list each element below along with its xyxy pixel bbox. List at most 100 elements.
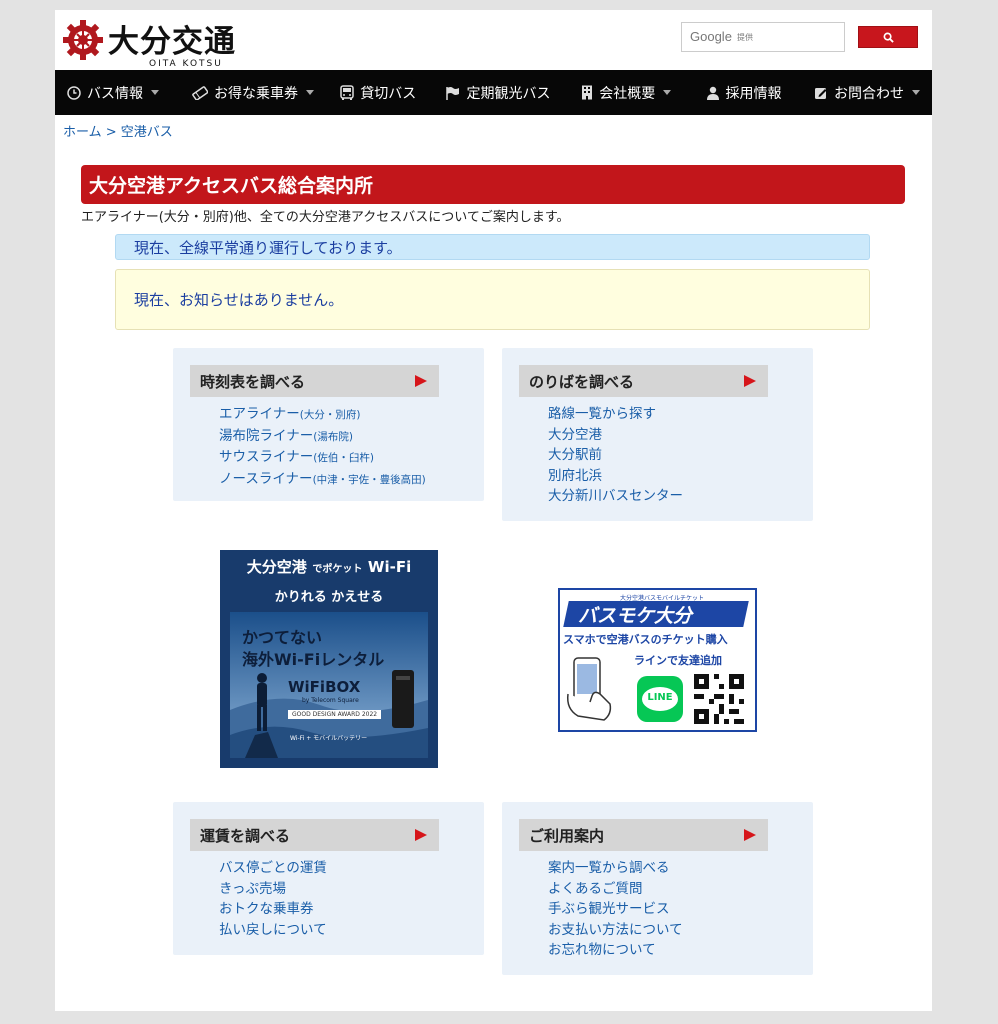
clock-icon — [67, 85, 81, 100]
mobile-ticket-banner[interactable]: 大分空港バスモバイルチケット バスモケ大分 スマホで空港バスのチケット購入 ライ… — [558, 588, 757, 732]
link-sub: (中津・宇佐・豊後高田) — [312, 473, 426, 486]
flag-icon — [446, 86, 460, 100]
fare-box: 運賃を調べる バス停ごとの運賃 きっぷ売場 おトクな乗車券 払い戻しについて — [173, 802, 484, 955]
link-label: サウスライナー — [219, 449, 314, 465]
notice-box: 現在、お知らせはありません。 — [115, 269, 870, 330]
list-item[interactable]: 大分新川バスセンター — [548, 486, 683, 507]
line-logo-text: LINE — [647, 692, 673, 703]
qr-code-icon — [694, 674, 744, 724]
line-logo-icon: LINE — [637, 676, 683, 722]
nav-label: お得な乗車券 — [214, 85, 299, 102]
nav-charter-bus[interactable]: 貸切バス — [328, 70, 433, 115]
ticket-icon — [192, 85, 209, 100]
link-label: 湯布院ライナー — [219, 427, 314, 444]
phone-hand-icon — [566, 657, 612, 721]
link-label: エアライナー — [219, 406, 300, 422]
list-item[interactable]: お忘れ物について — [548, 940, 683, 961]
list-item[interactable]: おトクな乗車券 — [219, 899, 327, 920]
chevron-down-icon — [306, 90, 315, 95]
main-nav: バス情報 お得な乗車券 貸切バス 定期観光バス 会社概要 採用情報 お問合わせ — [55, 70, 932, 115]
provided-label: 提供 — [737, 33, 753, 42]
wifi-headline1: かつてない — [242, 628, 323, 647]
breadcrumb-home[interactable]: ホーム — [63, 125, 102, 140]
breadcrumb: ホーム > 空港バス — [63, 121, 173, 140]
person-icon — [706, 86, 719, 100]
nav-label: 定期観光バス — [466, 85, 551, 102]
operation-status: 現在、全線平常通り運行しております。 — [115, 234, 870, 260]
wifi-line1b: でポケット — [312, 564, 363, 575]
list-item[interactable]: 路線一覧から探す — [548, 404, 683, 425]
timetable-heading[interactable]: 時刻表を調べる — [190, 365, 439, 397]
arrow-right-icon — [744, 375, 756, 387]
nav-label: お問合わせ — [833, 85, 904, 102]
page-subtitle: エアライナー(大分・別府)他、全ての大分空港アクセスバスについてご案内します。 — [81, 210, 570, 225]
wifi-award: GOOD DESIGN AWARD 2022 — [288, 710, 382, 719]
box-title: ご利用案内 — [529, 826, 605, 845]
list-item[interactable]: 別府北浜 — [548, 466, 683, 487]
nav-sightseeing-bus[interactable]: 定期観光バス — [433, 70, 569, 115]
gear-logo-icon — [63, 20, 103, 60]
guide-box: ご利用案内 案内一覧から調べる よくあるご質問 手ぶら観光サービス お支払い方法… — [502, 802, 813, 975]
link-sub: (佐伯・臼杵) — [313, 452, 374, 464]
nav-contact[interactable]: お問合わせ — [802, 70, 932, 115]
arrow-right-icon — [415, 829, 427, 841]
logo-text-en: OITA KOTSU — [149, 59, 223, 69]
list-item[interactable]: バス停ごとの運賃 — [219, 858, 327, 879]
list-item[interactable]: 大分駅前 — [548, 445, 683, 466]
bus-icon — [340, 84, 355, 100]
wifi-line1a: 大分空港 — [246, 558, 307, 576]
arrow-right-icon — [415, 375, 427, 387]
search-button[interactable] — [858, 26, 918, 48]
platform-box: のりばを調べる 路線一覧から探す 大分空港 大分駅前 別府北浜 大分新川バスセン… — [502, 348, 813, 521]
box-title: のりばを調べる — [529, 372, 635, 391]
chevron-down-icon — [151, 90, 159, 95]
nav-bus-info[interactable]: バス情報 — [55, 70, 180, 115]
nav-company[interactable]: 会社概要 — [569, 70, 693, 115]
platform-heading[interactable]: のりばを調べる — [519, 365, 768, 397]
building-icon — [582, 85, 593, 100]
list-item[interactable]: サウスライナー(佐伯・臼杵) — [219, 447, 426, 469]
list-item[interactable]: 案内一覧から調べる — [548, 858, 683, 879]
google-label: Google — [690, 29, 732, 44]
page: 大分交通 OITA KOTSU Google 提供 バス情報 お得な乗車券 貸切… — [55, 10, 932, 1011]
arrow-right-icon — [744, 829, 756, 841]
wifi-brand: WiFiBOX — [288, 678, 361, 696]
wifi-rental-banner[interactable]: 大分空港 でポケット Wi-Fi かりれる かえせる かつてない 海外Wi-Fi… — [220, 550, 438, 768]
box-title: 時刻表を調べる — [200, 372, 306, 391]
list-item[interactable]: 払い戻しについて — [219, 920, 327, 941]
platform-links: 路線一覧から探す 大分空港 大分駅前 別府北浜 大分新川バスセンター — [548, 404, 683, 507]
list-item[interactable]: 手ぶら観光サービス — [548, 899, 683, 920]
nav-discount-tickets[interactable]: お得な乗車券 — [180, 70, 328, 115]
guide-heading[interactable]: ご利用案内 — [519, 819, 768, 851]
mobi-line2: ラインで友達追加 — [634, 654, 722, 667]
link-label: ノースライナー — [219, 470, 313, 487]
search-icon — [883, 32, 894, 43]
fare-heading[interactable]: 運賃を調べる — [190, 819, 439, 851]
timetable-box: 時刻表を調べる エアライナー(大分・別府) 湯布院ライナー(湯布院) サウスライ… — [173, 348, 484, 501]
wifi-line1c: Wi-Fi — [367, 558, 412, 576]
list-item[interactable]: 大分空港 — [548, 425, 683, 446]
breadcrumb-current[interactable]: 空港バス — [121, 125, 173, 140]
search-input[interactable]: Google 提供 — [681, 22, 845, 52]
fare-links: バス停ごとの運賃 きっぷ売場 おトクな乗車券 払い戻しについて — [219, 858, 327, 940]
link-sub: (湯布院) — [313, 430, 353, 443]
link-sub: (大分・別府) — [299, 409, 361, 421]
nav-label: 会社概要 — [599, 85, 656, 102]
nav-label: 採用情報 — [725, 85, 782, 102]
chevron-down-icon — [911, 90, 920, 95]
nav-label: バス情報 — [87, 85, 143, 102]
nav-label: 貸切バス — [360, 85, 417, 102]
list-item[interactable]: お支払い方法について — [548, 920, 683, 941]
list-item[interactable]: ノースライナー(中津・宇佐・豊後高田) — [219, 469, 426, 491]
wifi-tag: Wi-Fi + モバイルバッテリー — [290, 735, 368, 742]
nav-recruit[interactable]: 採用情報 — [694, 70, 802, 115]
list-item[interactable]: 湯布院ライナー(湯布院) — [219, 426, 426, 448]
edit-icon — [814, 87, 827, 99]
logo-text-jp: 大分交通 — [108, 24, 236, 60]
breadcrumb-separator: > — [101, 125, 121, 140]
list-item[interactable]: エアライナー(大分・別府) — [219, 404, 426, 426]
list-item[interactable]: よくあるご質問 — [548, 879, 683, 900]
list-item[interactable]: きっぷ売場 — [219, 879, 327, 900]
wifi-headline2: 海外Wi-Fiレンタル — [242, 650, 385, 669]
guide-links: 案内一覧から調べる よくあるご質問 手ぶら観光サービス お支払い方法について お… — [548, 858, 683, 961]
